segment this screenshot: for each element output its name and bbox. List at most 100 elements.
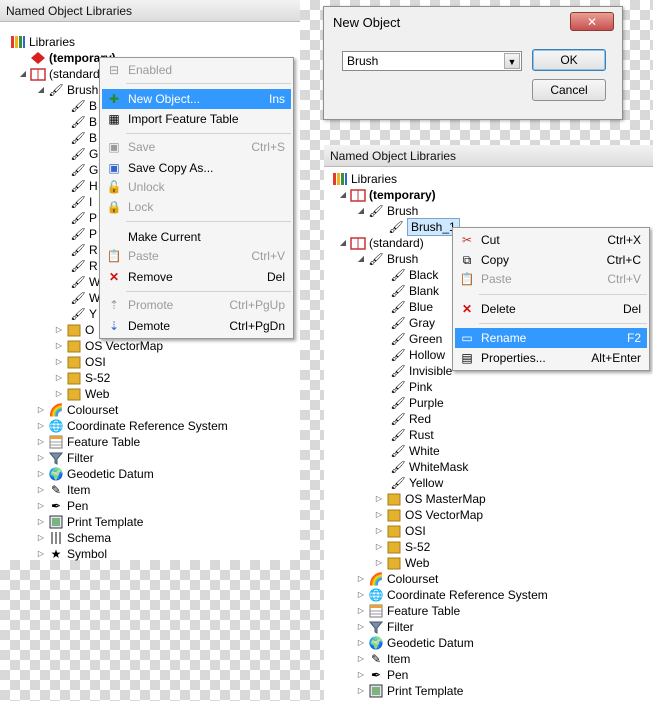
tree-item-filter[interactable]: ▷ Filter bbox=[356, 619, 414, 635]
expand-icon[interactable]: ▷ bbox=[36, 546, 46, 562]
expand-icon[interactable]: ▷ bbox=[54, 338, 64, 354]
tree-item-os-vectormap[interactable]: ▷ OS VectorMap bbox=[54, 338, 163, 354]
tree-item-brush-child[interactable]: 🖌 R bbox=[70, 258, 97, 274]
cancel-button[interactable]: Cancel bbox=[532, 79, 606, 101]
menu-cut[interactable]: ✂ Cut Ctrl+X bbox=[455, 230, 647, 250]
tree-item-brush-child[interactable]: 🖌 G bbox=[70, 162, 98, 178]
tree-item-item[interactable]: ▷ ✎ Item bbox=[36, 482, 90, 498]
tree-item-feature-table[interactable]: ▷ Feature Table bbox=[356, 603, 460, 619]
tree-item-brush-child[interactable]: 🖌 R bbox=[70, 242, 97, 258]
expand-icon[interactable]: ▷ bbox=[36, 402, 46, 418]
tree-item-symbol[interactable]: ▷ ★ Symbol bbox=[36, 546, 107, 562]
tree-item-pen[interactable]: ▷ ✒ Pen bbox=[356, 667, 408, 683]
expand-icon[interactable]: ▷ bbox=[374, 555, 384, 571]
tree-item-brush-child[interactable]: 🖌 H bbox=[70, 178, 97, 194]
tree-item-s52[interactable]: ▷ S-52 bbox=[374, 539, 430, 555]
expand-icon[interactable]: ▷ bbox=[36, 466, 46, 482]
expand-icon[interactable]: ▷ bbox=[36, 418, 46, 434]
tree-item-filter[interactable]: ▷ Filter bbox=[36, 450, 94, 466]
tree-item-item[interactable]: ▷ ✎ Item bbox=[356, 651, 410, 667]
menu-copy[interactable]: ⧉ Copy Ctrl+C bbox=[455, 250, 647, 270]
tree-item-crs[interactable]: ▷ 🌐 Coordinate Reference System bbox=[356, 587, 548, 603]
tree-item-colourset[interactable]: ▷ 🌈 Colourset bbox=[36, 402, 118, 418]
tree-item-standard[interactable]: ◢ (standard) bbox=[338, 235, 424, 251]
tree-item-brush-child[interactable]: 🖌 Red bbox=[390, 411, 431, 427]
menu-make-current[interactable]: Make Current bbox=[102, 227, 291, 247]
tree-item-brush-child[interactable]: 🖌 B bbox=[70, 130, 97, 146]
tree-item-brush-child[interactable]: 🖌 Blank bbox=[390, 283, 439, 299]
tree-item-geodetic-datum[interactable]: ▷ 🌍 Geodetic Datum bbox=[36, 466, 154, 482]
expand-icon[interactable]: ▷ bbox=[54, 370, 64, 386]
tree-item-brush-child[interactable]: 🖌 Y bbox=[70, 306, 97, 322]
tree-item-brush-child[interactable]: 🖌 B bbox=[70, 114, 97, 130]
expand-icon[interactable]: ▷ bbox=[356, 667, 366, 683]
menu-delete[interactable]: ✕ Delete Del bbox=[455, 299, 647, 319]
collapse-icon[interactable]: ◢ bbox=[356, 251, 366, 267]
tree-item-brush-child[interactable]: 🖌 P bbox=[70, 226, 97, 242]
tree-item-osi[interactable]: ▷ OSI bbox=[374, 523, 426, 539]
tree-item-colourset[interactable]: ▷ 🌈 Colourset bbox=[356, 571, 438, 587]
menu-unlock[interactable]: 🔓 Unlock bbox=[102, 177, 291, 197]
expand-icon[interactable]: ▷ bbox=[36, 498, 46, 514]
collapse-icon[interactable]: ◢ bbox=[338, 235, 348, 251]
tree-item-brush-child[interactable]: 🖌 Hollow bbox=[390, 347, 445, 363]
tree-item-web[interactable]: ▷ Web bbox=[54, 386, 110, 402]
tree-item-brush-child[interactable]: 🖌 W bbox=[70, 290, 100, 306]
tree-item-brush-child[interactable]: 🖌 Pink bbox=[390, 379, 432, 395]
tree-item-temporary[interactable]: ◢ (temporary) bbox=[338, 187, 436, 203]
expand-icon[interactable]: ▷ bbox=[36, 482, 46, 498]
object-type-select[interactable]: Brush ▼ bbox=[342, 51, 522, 71]
expand-icon[interactable]: ▷ bbox=[356, 571, 366, 587]
expand-icon[interactable]: ▷ bbox=[54, 322, 64, 338]
ok-button[interactable]: OK bbox=[532, 49, 606, 71]
tree-item-libraries[interactable]: Libraries bbox=[332, 171, 397, 187]
expand-icon[interactable]: ▷ bbox=[356, 651, 366, 667]
tree-item-brush-1[interactable]: 🖌 Brush_1 bbox=[388, 218, 460, 236]
expand-icon[interactable]: ▷ bbox=[374, 507, 384, 523]
menu-lock[interactable]: 🔒 Lock bbox=[102, 197, 291, 217]
menu-save[interactable]: ▣ Save Ctrl+S bbox=[102, 137, 291, 157]
menu-new-object[interactable]: ✚ New Object... Ins bbox=[102, 89, 291, 109]
tree-item-schema[interactable]: ▷ Schema bbox=[36, 530, 111, 546]
expand-icon[interactable]: ▷ bbox=[36, 450, 46, 466]
menu-paste[interactable]: 📋 Paste Ctrl+V bbox=[102, 246, 291, 266]
tree-item-brush-child[interactable]: 🖌 P bbox=[70, 210, 97, 226]
expand-icon[interactable]: ▷ bbox=[356, 635, 366, 651]
tree-item-folder-os-partial[interactable]: ▷ O bbox=[54, 322, 94, 338]
tree-item-web[interactable]: ▷ Web bbox=[374, 555, 430, 571]
expand-icon[interactable]: ▷ bbox=[36, 514, 46, 530]
menu-paste[interactable]: 📋 Paste Ctrl+V bbox=[455, 269, 647, 289]
tree-item-brush-child[interactable]: 🖌 Blue bbox=[390, 299, 433, 315]
menu-rename[interactable]: ▭ Rename F2 bbox=[455, 328, 647, 348]
collapse-icon[interactable]: ◢ bbox=[338, 187, 348, 203]
expand-icon[interactable]: ▷ bbox=[374, 539, 384, 555]
dialog-close-button[interactable]: ✕ bbox=[570, 12, 614, 31]
tree-item-geodetic-datum[interactable]: ▷ 🌍 Geodetic Datum bbox=[356, 635, 474, 651]
tree-item-brush-child[interactable]: 🖌 Gray bbox=[390, 315, 435, 331]
collapse-icon[interactable]: ◢ bbox=[356, 203, 366, 219]
menu-demote[interactable]: ⇣ Demote Ctrl+PgDn bbox=[102, 316, 291, 336]
tree-item-brush-child[interactable]: 🖌 B bbox=[70, 98, 97, 114]
tree-item-os-vectormap[interactable]: ▷ OS VectorMap bbox=[374, 507, 483, 523]
tree-item-os-mastermap[interactable]: ▷ OS MasterMap bbox=[374, 491, 486, 507]
tree-item-libraries[interactable]: Libraries bbox=[10, 34, 75, 50]
expand-icon[interactable]: ▷ bbox=[36, 530, 46, 546]
collapse-icon[interactable]: ◢ bbox=[18, 66, 28, 82]
menu-remove[interactable]: ✕ Remove Del bbox=[102, 267, 291, 287]
collapse-icon[interactable]: ◢ bbox=[36, 82, 46, 98]
tree-item-brush-child[interactable]: 🖌 WhiteMask bbox=[390, 459, 468, 475]
tree-item-standard[interactable]: ◢ (standard) bbox=[18, 66, 104, 82]
tree-item-brush-child[interactable]: 🖌 W bbox=[70, 274, 100, 290]
tree-item-brush-child[interactable]: 🖌 Rust bbox=[390, 427, 433, 443]
menu-properties[interactable]: ▤ Properties... Alt+Enter bbox=[455, 348, 647, 368]
tree-item-brush[interactable]: ◢ 🖌 Brush bbox=[356, 251, 418, 267]
tree-item-brush-child[interactable]: 🖌 White bbox=[390, 443, 439, 459]
expand-icon[interactable]: ▷ bbox=[54, 354, 64, 370]
tree-item-osi[interactable]: ▷ OSI bbox=[54, 354, 106, 370]
expand-icon[interactable]: ▷ bbox=[374, 491, 384, 507]
tree-item-crs[interactable]: ▷ 🌐 Coordinate Reference System bbox=[36, 418, 228, 434]
menu-save-copy-as[interactable]: ▣ Save Copy As... bbox=[102, 158, 291, 178]
menu-enabled[interactable]: ⊟ Enabled bbox=[102, 60, 291, 80]
expand-icon[interactable]: ▷ bbox=[356, 683, 366, 699]
expand-icon[interactable]: ▷ bbox=[374, 523, 384, 539]
